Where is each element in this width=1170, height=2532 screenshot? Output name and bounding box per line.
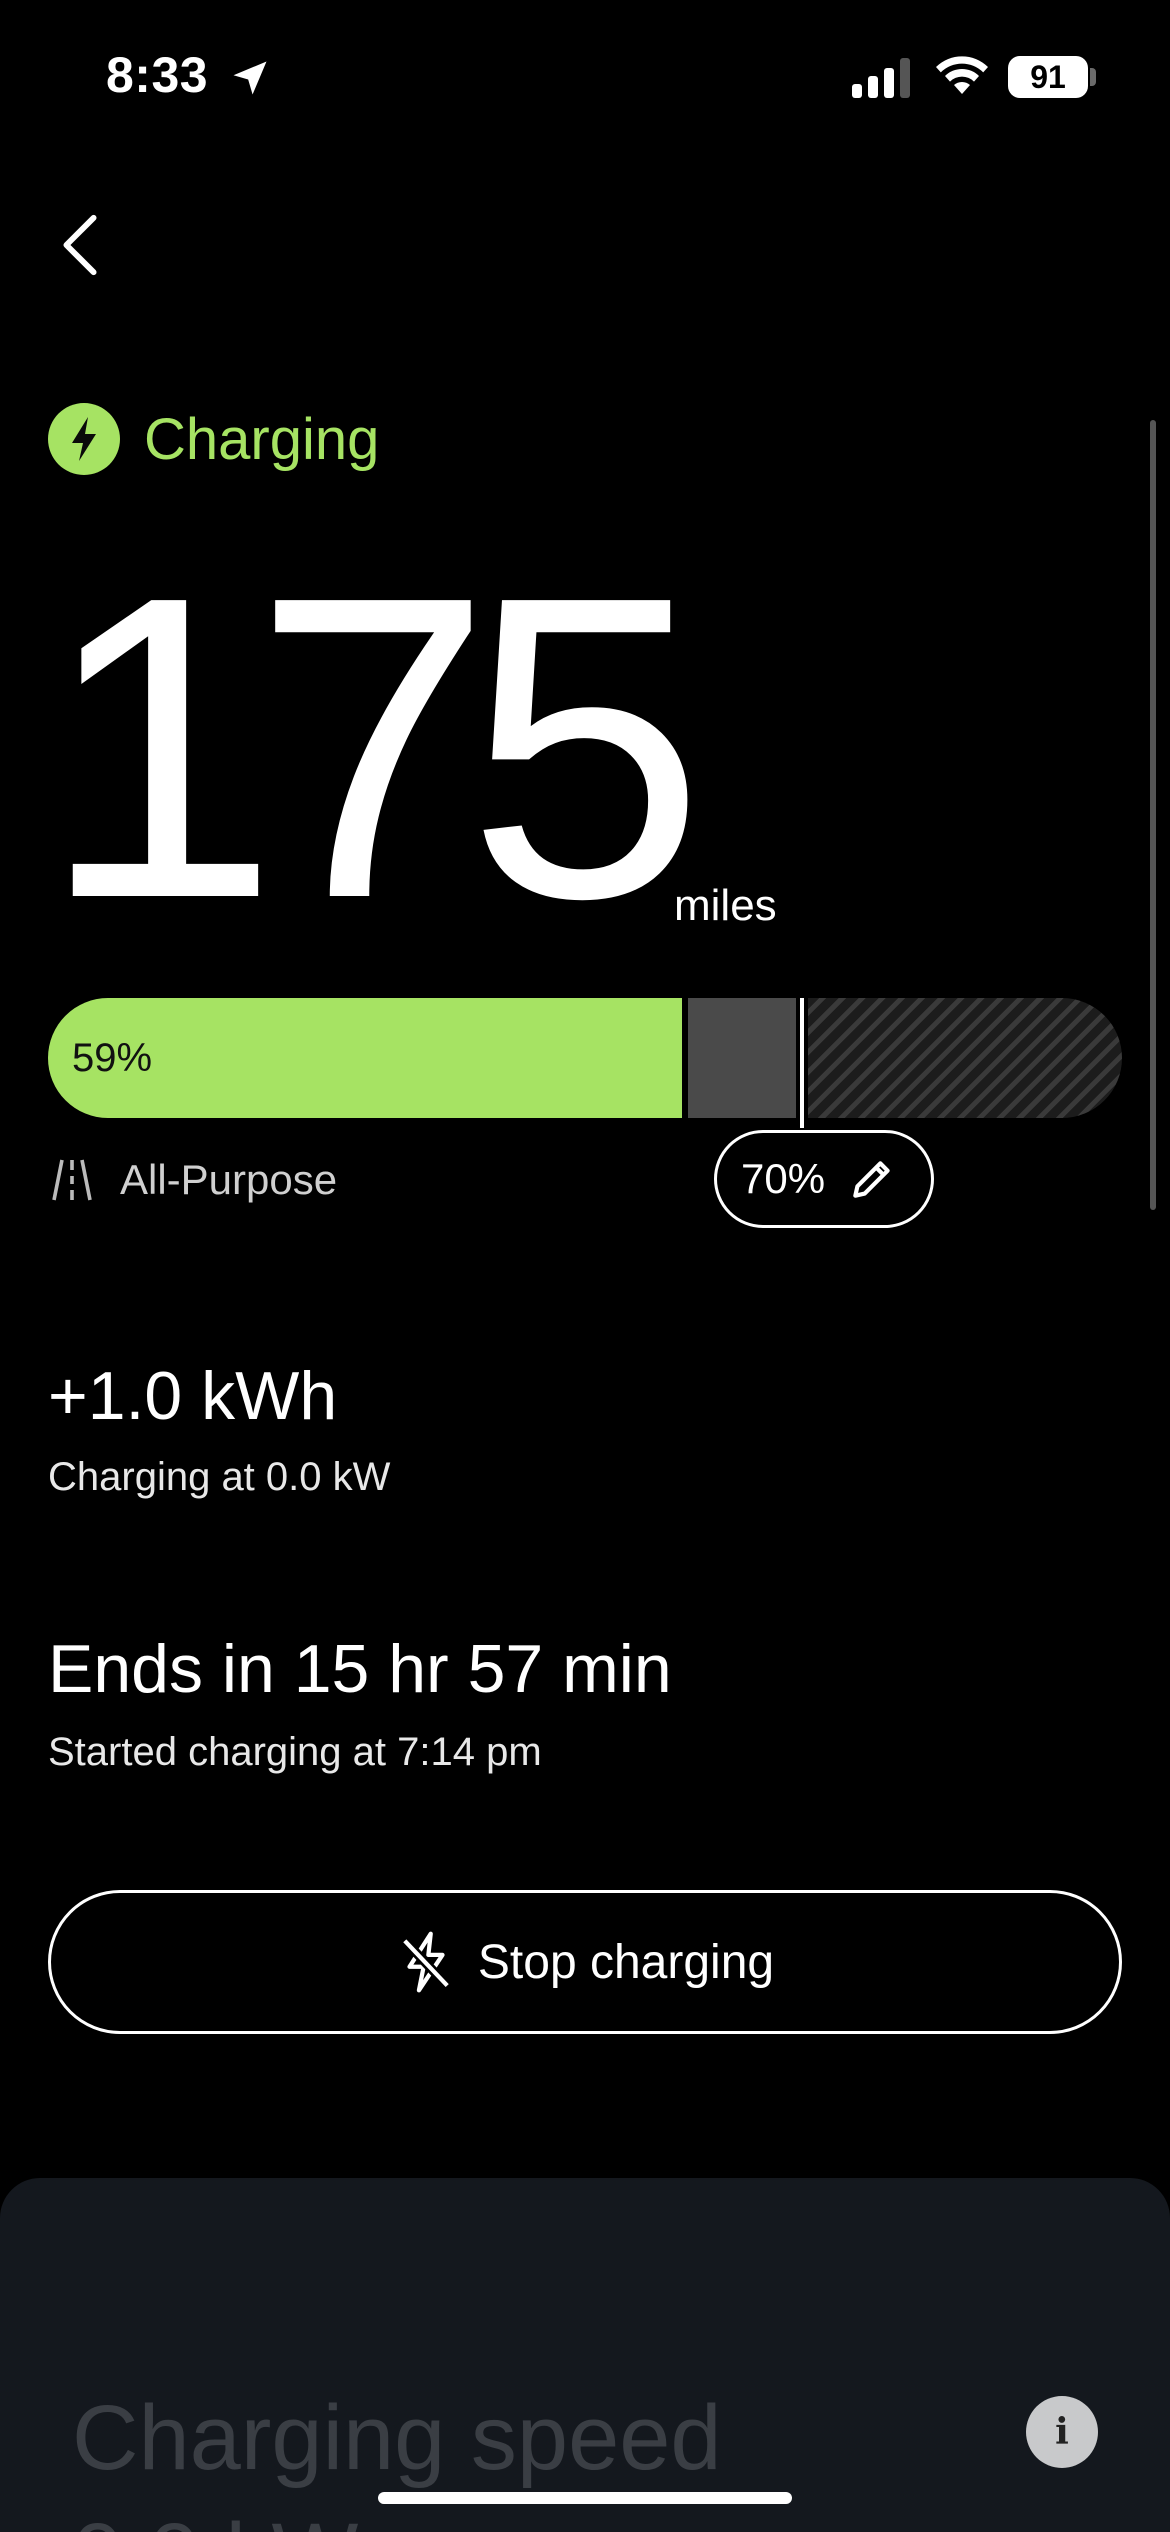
info-button[interactable]: i — [1026, 2396, 1098, 2468]
stop-charging-button[interactable]: Stop charging — [48, 1890, 1122, 2034]
cellular-signal-icon — [852, 58, 910, 98]
status-time: 8:33 — [106, 47, 209, 103]
battery-charge-bar[interactable]: 59% — [48, 998, 1122, 1118]
charging-speed-title: Charging speed — [72, 2387, 722, 2489]
range-value: 175 — [40, 508, 705, 988]
battery-percent-label: 59% — [72, 1036, 153, 1080]
road-icon — [52, 1159, 92, 1201]
scroll-indicator — [1150, 420, 1156, 1210]
wifi-icon — [936, 56, 988, 94]
charge-mode-label[interactable]: All-Purpose — [120, 1154, 337, 1206]
battery-tip — [1090, 68, 1096, 86]
lightning-bolt-icon — [48, 403, 120, 475]
charge-limit-label: 70% — [741, 1155, 826, 1202]
charge-remaining-segment — [808, 998, 1122, 1118]
charging-speed-value: 0.0 kW — [72, 2496, 358, 2532]
charging-status-label: Charging — [144, 407, 380, 472]
stop-charging-label: Stop charging — [477, 1935, 775, 1989]
location-arrow-icon — [233, 61, 267, 95]
range-unit: miles — [674, 881, 777, 930]
charge-limit-button[interactable]: 70% — [714, 1130, 934, 1228]
home-indicator[interactable] — [378, 2492, 792, 2504]
energy-added: +1.0 kWh — [48, 1358, 338, 1434]
status-bar: 8:33 91 — [0, 0, 1170, 150]
battery-icon: 91 — [1008, 56, 1088, 98]
charge-ends-in: Ends in 15 hr 57 min — [48, 1631, 672, 1707]
charge-limit-marker[interactable] — [800, 998, 804, 1128]
charge-started-at: Started charging at 7:14 pm — [48, 1730, 542, 1774]
charge-pending-segment — [688, 998, 796, 1118]
charging-rate: Charging at 0.0 kW — [48, 1455, 391, 1499]
lightning-slash-icon — [401, 1931, 451, 1993]
back-button[interactable] — [50, 210, 110, 280]
pencil-icon — [853, 1161, 890, 1198]
